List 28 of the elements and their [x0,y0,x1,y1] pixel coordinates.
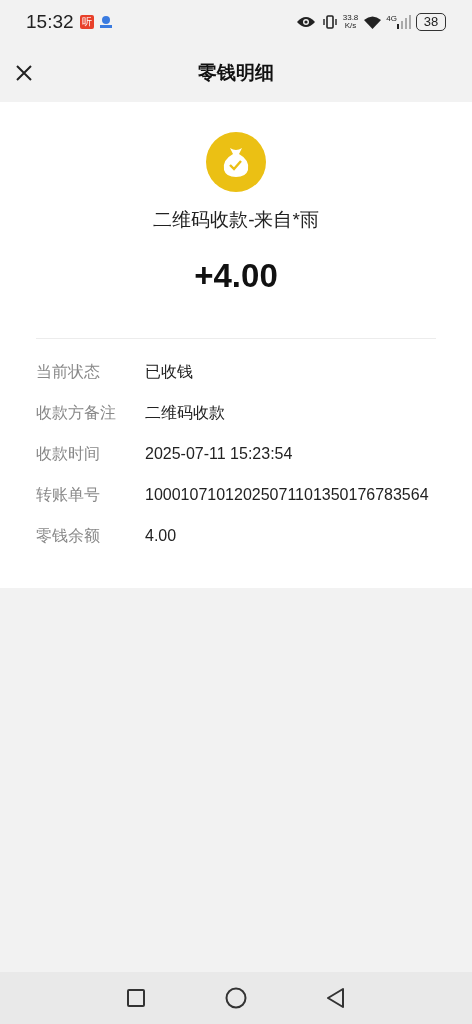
recent-apps-button[interactable] [125,987,147,1009]
home-button[interactable] [225,987,247,1009]
status-time: 15:32 [26,9,74,34]
transaction-title: 二维码收款-来自*雨 [153,208,319,232]
network-speed: 33.8 [342,14,359,22]
battery-indicator: 38 [416,13,446,31]
detail-value: 二维码收款 [145,403,226,423]
wifi-icon [363,14,383,30]
detail-label: 零钱余额 [36,526,101,546]
detail-value: 已收钱 [145,362,194,382]
detail-value: 10001071012025071101350176783564 [145,485,429,505]
detail-label: 收款方备注 [36,403,117,423]
detail-value: 2025-07-11 15:23:54 [145,444,294,464]
notification-badge: 听 [79,15,94,29]
page-title: 零钱明细 [198,60,274,85]
eye-icon [295,15,316,29]
signal-icon [397,15,411,29]
detail-label: 转账单号 [36,485,101,505]
vibrate-icon [321,14,338,30]
money-bag-icon [206,132,266,192]
amount: +4.00 [194,255,278,296]
network-type: 4G [386,13,397,25]
detail-value: 4.00 [145,526,178,546]
app-icon [98,15,113,29]
speed-unit: K/s [344,22,357,30]
back-button[interactable] [325,987,347,1009]
detail-label: 收款时间 [36,444,101,464]
detail-label: 当前状态 [36,362,101,382]
